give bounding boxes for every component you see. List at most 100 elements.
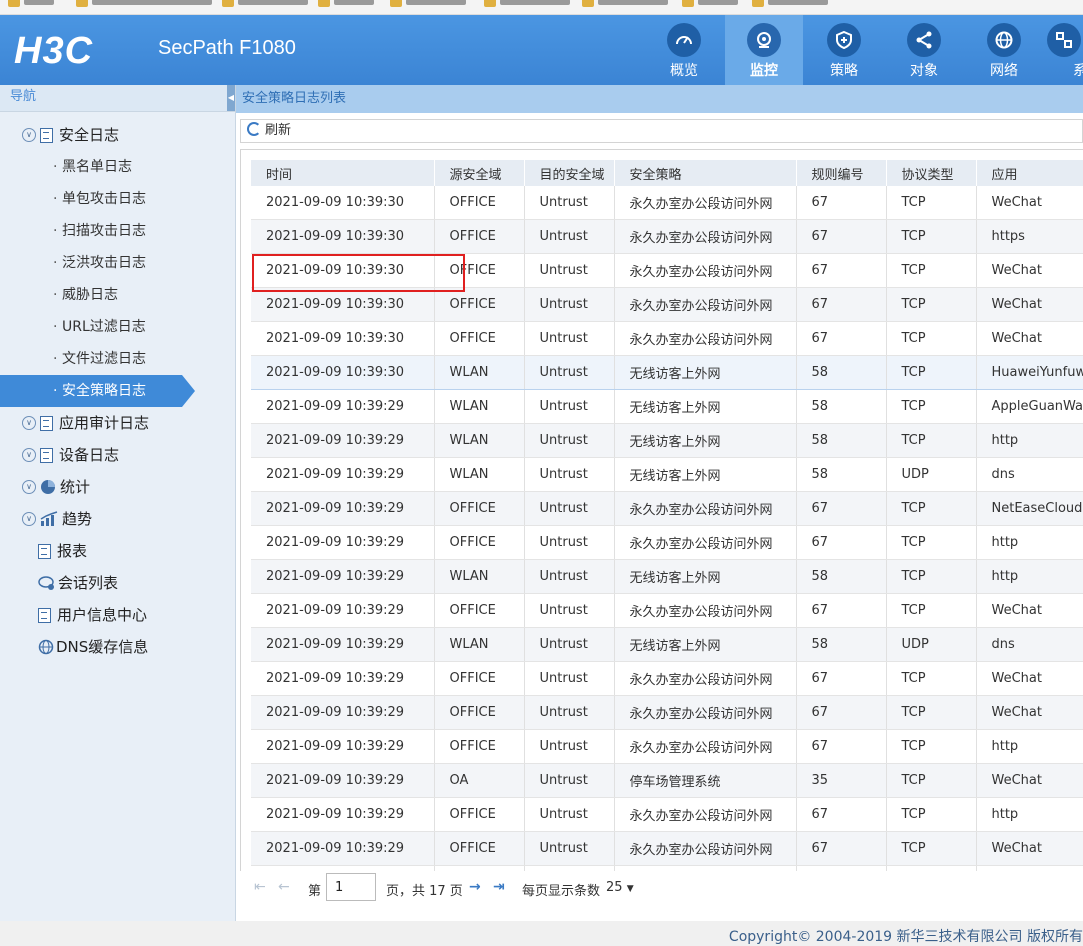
sidebar-group-label: 安全日志 [59,126,120,144]
cell-dst-zone: Untrust [524,186,615,220]
sidebar-item-security-policy-log[interactable]: 安全策略日志 [0,375,195,407]
cell-src-zone: WLAN [434,389,525,424]
sidebar-item-user-info-center[interactable]: 用户信息中心 [38,602,147,628]
cell-src-zone: WLAN [434,457,525,492]
table-row[interactable]: 2021-09-09 10:39:30 OFFICE Untrust 永久办室办公段访… [251,219,1083,254]
cell-src-zone: OFFICE [434,695,525,730]
sidebar-group-label: 统计 [60,478,91,496]
cell-time: 2021-09-09 10:39:29 [251,491,435,526]
expand-icon[interactable]: ∨ [22,416,36,430]
column-header-rule-id[interactable]: 规则编号 [796,160,887,186]
sidebar-item-scan-attack-log[interactable]: 扫描攻击日志 [0,215,195,247]
prev-page-icon[interactable]: ← [278,879,290,895]
sidebar-group-label: 用户信息中心 [57,606,148,624]
bookmark-item[interactable] [682,0,738,7]
sidebar-group-trend[interactable]: ∨ 趋势 [22,506,92,532]
cell-src-zone: OFFICE [434,253,525,288]
table-row[interactable]: 2021-09-09 10:39:30 WLAN Untrust 无线访客上外网 58 T… [251,355,1083,390]
refresh-button[interactable]: 刷新 [247,122,292,138]
column-header-app[interactable]: 应用 [976,160,1083,186]
sidebar-item-blacklist-log[interactable]: 黑名单日志 [0,151,195,183]
cell-protocol: TCP [886,219,977,254]
table-row[interactable]: 2021-09-09 10:39:30 OFFICE Untrust 永久办室办公段访… [251,253,1083,288]
table-row[interactable]: 2021-09-09 10:39:30 OFFICE Untrust 永久办室办公段访… [251,287,1083,322]
cell-policy: 无线访客上外网 [614,423,797,458]
cell-rule-id: 67 [796,797,887,832]
table-row[interactable]: 2021-09-09 10:39:29WLANUntrust无线访客上外网58T… [251,559,1083,594]
table-row[interactable]: 2021-09-09 10:39:29 WLAN Untrust 无线访客上外网 58 U… [251,627,1083,662]
column-header-policy[interactable]: 安全策略 [614,160,797,186]
sidebar-group-statistics[interactable]: ∨ 统计 [22,474,90,500]
bookmark-item[interactable] [318,0,374,7]
refresh-label: 刷新 [265,123,292,138]
expand-icon[interactable]: ∨ [22,512,36,526]
sidebar-item-flood-attack-log[interactable]: 泛洪攻击日志 [0,247,195,279]
sidebar-group-device-log[interactable]: ∨ 设备日志 [22,442,119,468]
table-row[interactable]: 2021-09-09 10:39:30 OFFICE Untrust 永久办室办公段访… [251,321,1083,356]
column-header-time[interactable]: 时间 [251,160,435,186]
bookmark-item[interactable] [76,0,212,7]
cell-policy: 永久办室办公段访问外网 [614,219,797,254]
table-row[interactable]: 2021-09-09 10:39:29 WLAN Untrust 无线访客上外网 58 U… [251,457,1083,492]
table-row[interactable]: 2021-09-09 10:39:29 OFFICE Untrust 永久办室办公段访… [251,729,1083,764]
nav-network[interactable]: 网络 [965,15,1043,85]
bookmark-item[interactable] [390,0,466,7]
sidebar-item-url-filter-log[interactable]: URL过滤日志 [0,311,195,343]
sidebar-group-security-log[interactable]: ∨ 安全日志 [22,122,119,148]
cell-dst-zone: Untrust [524,559,615,594]
main-panel: 安全策略日志列表 刷新 时间 源安全域 目的安全域 安全策略 规则编号 协议类型… [236,85,1083,921]
sidebar-collapse-icon[interactable]: ◀ [227,85,235,111]
column-header-dst-zone[interactable]: 目的安全域 [524,160,615,186]
table-row[interactable]: 2021-09-09 10:39:29 OFFICE Untrust 永久办室办公段访… [251,831,1083,866]
cell-dst-zone: Untrust [524,457,615,492]
bookmark-item[interactable] [752,0,828,7]
per-page-select[interactable]: 25 ▼ [606,880,634,895]
table-row[interactable]: 2021-09-09 10:39:30 OFFICE Untrust 永久办室办公段访… [251,186,1083,220]
cell-app: http [976,525,1083,560]
table-row[interactable]: 2021-09-09 10:39:29 OA Untrust 停车场管理系统 35 TCP… [251,763,1083,798]
page-number-input[interactable] [326,873,376,901]
table-row[interactable]: 2021-09-09 10:39:29 OFFICE Untrust 永久办室办公段访… [251,593,1083,628]
last-page-icon[interactable]: ⇥ [493,879,505,895]
table-row[interactable]: 2021-09-09 10:39:29WLANUntrust无线访客上外网58T… [251,389,1083,424]
cell-policy: 无线访客上外网 [614,355,797,390]
sidebar-item-threat-log[interactable]: 威胁日志 [0,279,195,311]
sidebar-group-label: 趋势 [62,510,93,528]
next-page-icon[interactable]: → [469,879,481,895]
table-row[interactable]: 2021-09-09 10:39:29 OFFICE Untrust 永久办室办公段访… [251,525,1083,560]
column-header-protocol[interactable]: 协议类型 [886,160,977,186]
nav-system[interactable]: 系 [1045,15,1083,85]
sidebar-item-report[interactable]: 报表 [38,538,87,564]
cell-policy: 永久办室办公段访问外网 [614,729,797,764]
sidebar-item-file-filter-log[interactable]: 文件过滤日志 [0,343,195,375]
table-row[interactable]: 2021-09-09 10:39:29 OFFICE Untrust 永久办室办公段访… [251,661,1083,696]
cell-src-zone: OFFICE [434,797,525,832]
cell-src-zone: OA [434,763,525,798]
expand-icon[interactable]: ∨ [22,480,36,494]
column-header-src-zone[interactable]: 源安全域 [434,160,525,186]
cell-src-zone: WLAN [434,559,525,594]
bookmark-item[interactable] [484,0,570,7]
bookmark-item[interactable] [222,0,308,7]
cell-protocol: TCP [886,491,977,526]
sidebar-item-dns-cache[interactable]: DNS缓存信息 [38,634,148,660]
table-header-row: 时间 源安全域 目的安全域 安全策略 规则编号 协议类型 应用 [251,160,1083,186]
expand-icon[interactable]: ∨ [22,448,36,462]
table-row[interactable]: 2021-09-09 10:39:29WLANUntrust无线访客上外网58T… [251,423,1083,458]
table-row[interactable]: 2021-09-09 10:39:29 OFFICE Untrust 永久办室办公段访… [251,491,1083,526]
sidebar-item-single-packet-attack-log[interactable]: 单包攻击日志 [0,183,195,215]
nav-object[interactable]: 对象 [885,15,963,85]
cell-app: WeChat [976,661,1083,696]
sidebar-item-session-list[interactable]: 会话列表 [38,570,118,596]
table-row[interactable]: 2021-09-09 10:39:29 OFFICE Untrust 永久办室办公段访… [251,797,1083,832]
bookmark-item[interactable] [8,0,54,7]
bookmark-item[interactable] [582,0,668,7]
table-row[interactable]: 2021-09-09 10:39:29 OFFICE Untrust 永久办室办公段访… [251,695,1083,730]
first-page-icon[interactable]: ⇤ [254,879,266,895]
nav-monitor[interactable]: 监控 [725,15,803,85]
expand-icon[interactable]: ∨ [22,128,36,142]
cell-protocol: TCP [886,831,977,866]
sidebar-group-app-audit-log[interactable]: ∨ 应用审计日志 [22,410,149,436]
nav-overview[interactable]: 概览 [645,15,723,85]
nav-policy[interactable]: 策略 [805,15,883,85]
